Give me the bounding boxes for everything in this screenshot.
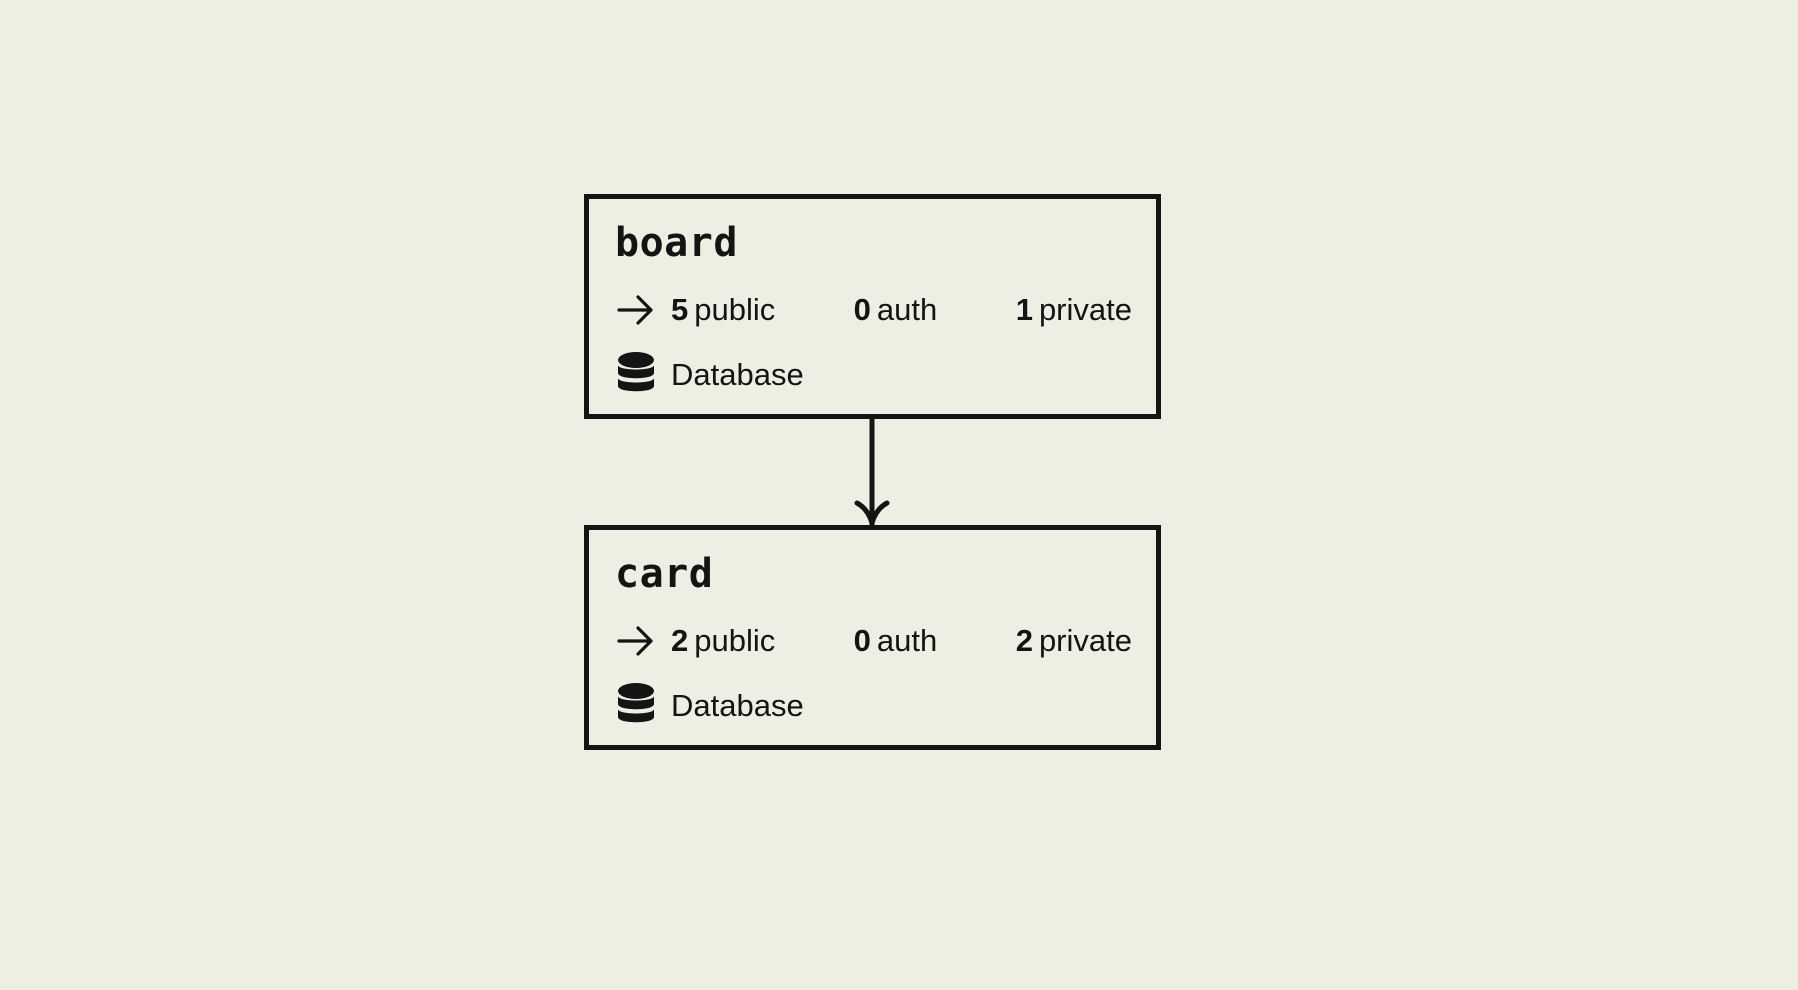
- node-title: board: [615, 220, 738, 266]
- endpoint-stats: 2 public 0 auth 2 private: [617, 622, 1132, 660]
- stat-private: 2 private: [1015, 623, 1132, 658]
- node-title: card: [615, 551, 714, 597]
- storage-label: Database: [671, 688, 804, 723]
- stat-public: 5 public: [671, 292, 776, 327]
- node-card[interactable]: card 2 public 0 auth 2 private Database: [584, 525, 1161, 750]
- storage-row: Database: [617, 351, 804, 399]
- storage-label: Database: [671, 357, 804, 392]
- stat-auth: 0 auth: [853, 292, 938, 327]
- endpoint-stats: 5 public 0 auth 1 private: [617, 291, 1132, 329]
- database-icon: [618, 352, 654, 392]
- stat-public: 2 public: [671, 623, 776, 658]
- database-icon: [618, 683, 654, 723]
- storage-row: Database: [617, 682, 804, 730]
- node-board[interactable]: board 5 public 0 auth 1 private Database: [584, 194, 1161, 419]
- stat-private: 1 private: [1015, 292, 1132, 327]
- arrow-right-icon: [617, 626, 653, 656]
- arrow-right-icon: [617, 295, 653, 325]
- stat-auth: 0 auth: [853, 623, 938, 658]
- relation-edge: [854, 419, 890, 526]
